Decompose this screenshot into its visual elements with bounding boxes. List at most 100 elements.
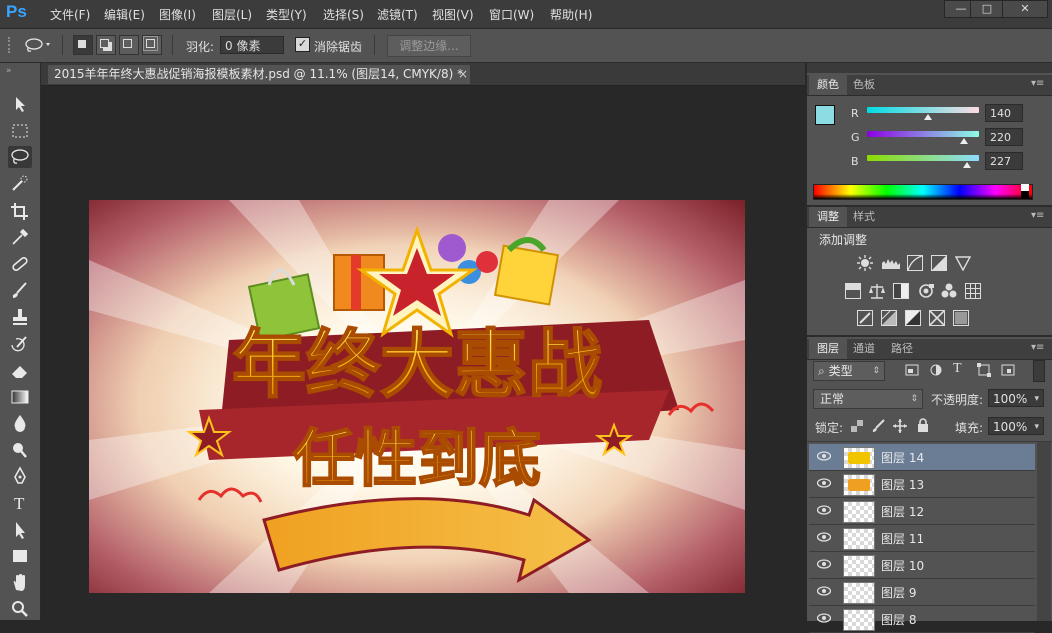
move-icon[interactable] <box>8 93 32 115</box>
hue-saturation-icon[interactable] <box>845 283 861 299</box>
invert-icon[interactable] <box>857 310 873 326</box>
collapse-toolbar-icon[interactable]: » <box>6 66 12 76</box>
posterize-icon[interactable] <box>881 310 897 326</box>
layers-scrollbar[interactable] <box>1037 442 1051 621</box>
visibility-eye-icon[interactable] <box>817 613 831 623</box>
gradient-icon[interactable] <box>8 386 32 408</box>
menu-file[interactable]: 文件(F) <box>50 6 90 23</box>
tab-layers[interactable]: 图层 <box>809 339 847 359</box>
g-slider-thumb[interactable] <box>959 138 968 144</box>
crop-icon[interactable] <box>8 200 32 222</box>
brightness-icon[interactable] <box>857 255 873 271</box>
vibrance-icon[interactable] <box>955 255 971 271</box>
layers-menu-icon[interactable]: ▾≡ <box>1031 342 1044 353</box>
lasso-preset-icon[interactable] <box>22 37 52 53</box>
feather-input[interactable]: 0 像素 <box>220 36 284 54</box>
color-lookup-icon[interactable] <box>965 283 981 299</box>
adjustments-menu-icon[interactable]: ▾≡ <box>1031 210 1044 221</box>
antialias-checkbox[interactable]: ✓ <box>295 37 310 52</box>
color-balance-icon[interactable] <box>869 283 885 299</box>
visibility-eye-icon[interactable] <box>817 532 831 542</box>
tab-color[interactable]: 颜色 <box>809 75 847 95</box>
menu-help[interactable]: 帮助(H) <box>550 6 592 23</box>
lock-all-icon[interactable] <box>917 418 929 432</box>
b-slider-thumb[interactable] <box>962 162 971 168</box>
layer-row[interactable]: 图层 11 <box>809 525 1035 552</box>
subtract-selection-button[interactable] <box>119 35 139 55</box>
filter-shape-icon[interactable] <box>977 363 991 377</box>
menu-select[interactable]: 选择(S) <box>323 6 364 23</box>
g-value-field[interactable]: 220 <box>985 128 1023 146</box>
eyedropper-icon[interactable] <box>8 226 32 248</box>
lasso-icon[interactable] <box>8 146 32 168</box>
gradient-map-icon[interactable] <box>953 310 969 326</box>
history-brush-icon[interactable] <box>8 333 32 355</box>
tab-styles[interactable]: 样式 <box>845 207 883 227</box>
close-document-icon[interactable]: × <box>458 65 468 84</box>
menu-type[interactable]: 类型(Y) <box>266 6 307 23</box>
lock-transparent-icon[interactable] <box>851 420 863 432</box>
layer-row[interactable]: 图层 12 <box>809 498 1035 525</box>
lock-position-icon[interactable] <box>893 419 907 433</box>
refine-edge-button[interactable]: 调整边缘... <box>387 35 471 57</box>
curves-icon[interactable] <box>907 255 923 271</box>
layer-row[interactable]: 图层 14 <box>809 444 1035 471</box>
r-slider[interactable] <box>867 107 979 113</box>
filter-type-icon[interactable]: T <box>953 361 962 377</box>
color-panel-menu-icon[interactable]: ▾≡ <box>1031 78 1044 89</box>
visibility-eye-icon[interactable] <box>817 586 831 596</box>
type-icon[interactable]: T <box>8 492 32 514</box>
selective-color-icon[interactable] <box>929 310 945 326</box>
threshold-icon[interactable] <box>905 310 921 326</box>
tab-adjustments[interactable]: 调整 <box>809 207 847 227</box>
color-spectrum-bar[interactable] <box>813 184 1033 200</box>
pen-icon[interactable] <box>8 465 32 487</box>
foreground-color-swatch[interactable] <box>815 105 835 125</box>
tab-swatches[interactable]: 色板 <box>845 75 883 95</box>
channel-mixer-icon[interactable] <box>941 283 957 299</box>
dodge-icon[interactable] <box>8 439 32 461</box>
intersect-selection-button[interactable] <box>142 35 162 55</box>
quick-select-icon[interactable] <box>8 173 32 195</box>
tab-paths[interactable]: 路径 <box>883 339 921 359</box>
photo-filter-icon[interactable] <box>917 283 935 299</box>
menu-view[interactable]: 视图(V) <box>432 6 474 23</box>
zoom-icon[interactable] <box>8 598 32 620</box>
layer-row[interactable]: 图层 9 <box>809 579 1035 606</box>
filter-pixel-icon[interactable] <box>905 363 919 377</box>
fill-field[interactable]: 100% ▾ <box>988 417 1044 435</box>
new-selection-button[interactable] <box>73 35 93 55</box>
visibility-eye-icon[interactable] <box>817 505 831 515</box>
filter-smart-object-icon[interactable] <box>1001 363 1015 377</box>
maximize-button[interactable]: □ <box>970 0 1004 18</box>
lock-brush-icon[interactable] <box>871 419 885 433</box>
path-select-icon[interactable] <box>8 519 32 541</box>
document-canvas[interactable]: 年终大惠战 任性到底 <box>89 200 745 593</box>
visibility-eye-icon[interactable] <box>817 559 831 569</box>
marquee-icon[interactable] <box>8 120 32 142</box>
add-selection-button[interactable] <box>96 35 116 55</box>
layer-row[interactable]: 图层 13 <box>809 471 1035 498</box>
filter-adjustment-icon[interactable] <box>929 363 943 377</box>
stamp-icon[interactable] <box>8 306 32 328</box>
layer-filter-select[interactable]: ⌕ 类型 ⇕ <box>813 361 885 381</box>
healing-brush-icon[interactable] <box>8 253 32 275</box>
document-tab[interactable]: 2015羊年年终大惠战促销海报模板素材.psd @ 11.1% (图层14, C… <box>48 65 470 84</box>
r-value-field[interactable]: 140 <box>985 104 1023 122</box>
visibility-eye-icon[interactable] <box>817 478 831 488</box>
levels-icon[interactable] <box>881 255 901 271</box>
menu-filter[interactable]: 滤镜(T) <box>377 6 418 23</box>
blend-mode-select[interactable]: 正常 ⇕ <box>813 389 923 409</box>
menu-edit[interactable]: 编辑(E) <box>104 6 145 23</box>
b-slider[interactable] <box>867 155 979 161</box>
tab-channels[interactable]: 通道 <box>845 339 883 359</box>
brush-icon[interactable] <box>8 279 32 301</box>
exposure-icon[interactable] <box>931 255 947 271</box>
r-slider-thumb[interactable] <box>924 114 933 120</box>
black-swatch[interactable] <box>1021 191 1029 198</box>
close-window-button[interactable]: ✕ <box>1002 0 1048 18</box>
menu-layer[interactable]: 图层(L) <box>212 6 252 23</box>
b-value-field[interactable]: 227 <box>985 152 1023 170</box>
eraser-icon[interactable] <box>8 359 32 381</box>
visibility-eye-icon[interactable] <box>817 451 831 461</box>
